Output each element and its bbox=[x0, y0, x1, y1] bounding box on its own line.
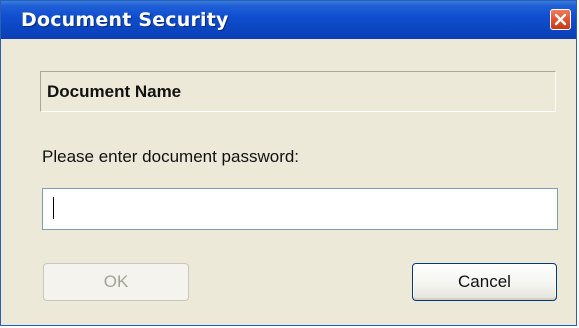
close-icon bbox=[554, 13, 567, 26]
password-input[interactable] bbox=[42, 188, 558, 230]
text-caret bbox=[53, 197, 54, 219]
dialog-body: Document Name Please enter document pass… bbox=[1, 39, 576, 325]
title-bar[interactable]: Document Security bbox=[1, 1, 576, 39]
document-name: Document Name bbox=[47, 82, 182, 101]
close-button[interactable] bbox=[550, 9, 571, 30]
document-name-box: Document Name bbox=[40, 71, 556, 112]
password-prompt-label: Please enter document password: bbox=[42, 147, 300, 166]
ok-button[interactable]: OK bbox=[43, 263, 189, 301]
window-title: Document Security bbox=[21, 9, 229, 31]
document-security-dialog: Document Security Document Name Please e… bbox=[0, 0, 577, 326]
cancel-button[interactable]: Cancel bbox=[412, 263, 557, 301]
